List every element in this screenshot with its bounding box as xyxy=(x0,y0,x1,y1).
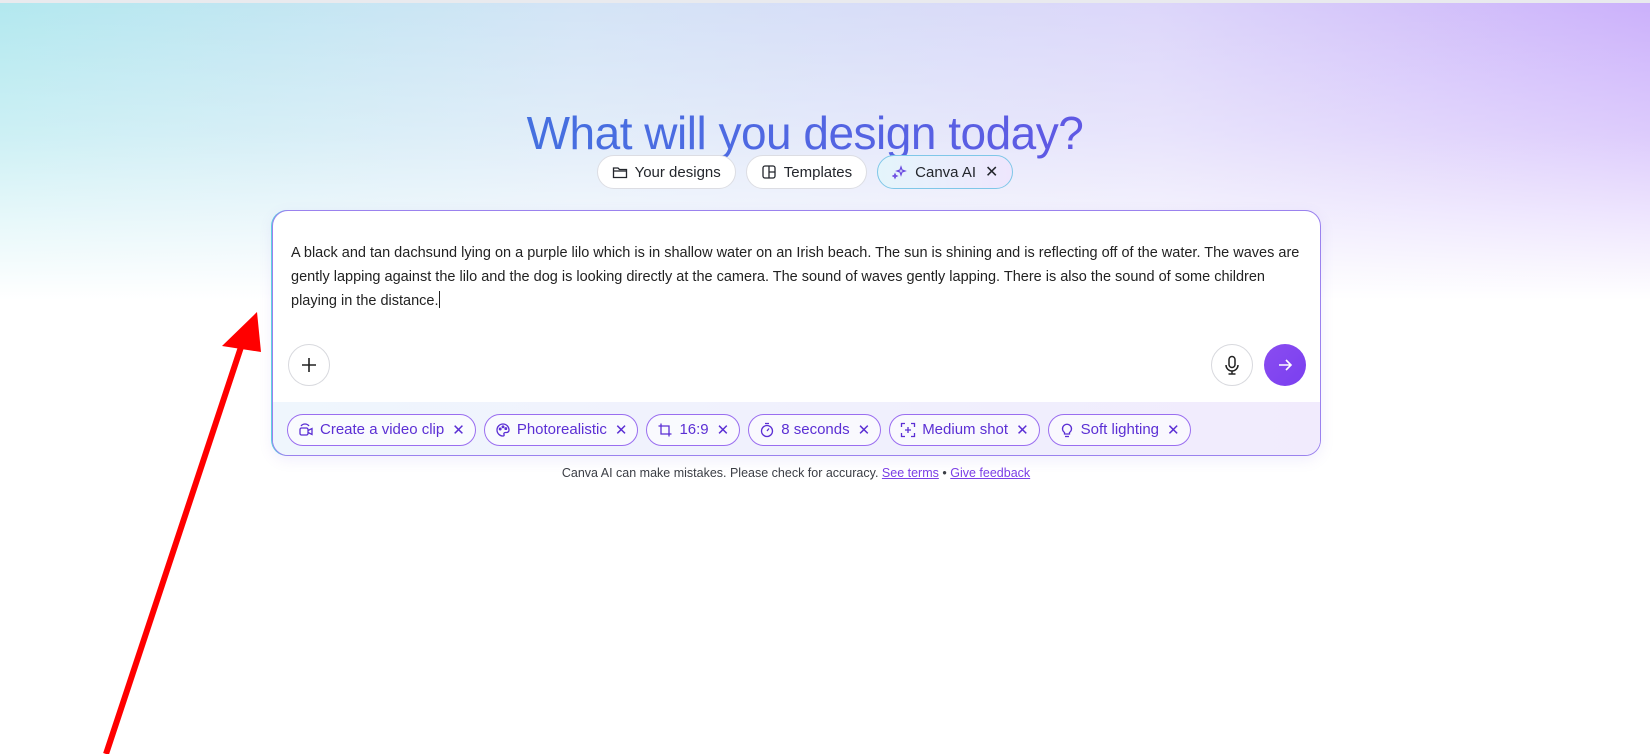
red-annotation-arrow xyxy=(103,312,261,754)
arrow-shaft xyxy=(103,337,247,754)
arrow-head xyxy=(222,312,261,352)
